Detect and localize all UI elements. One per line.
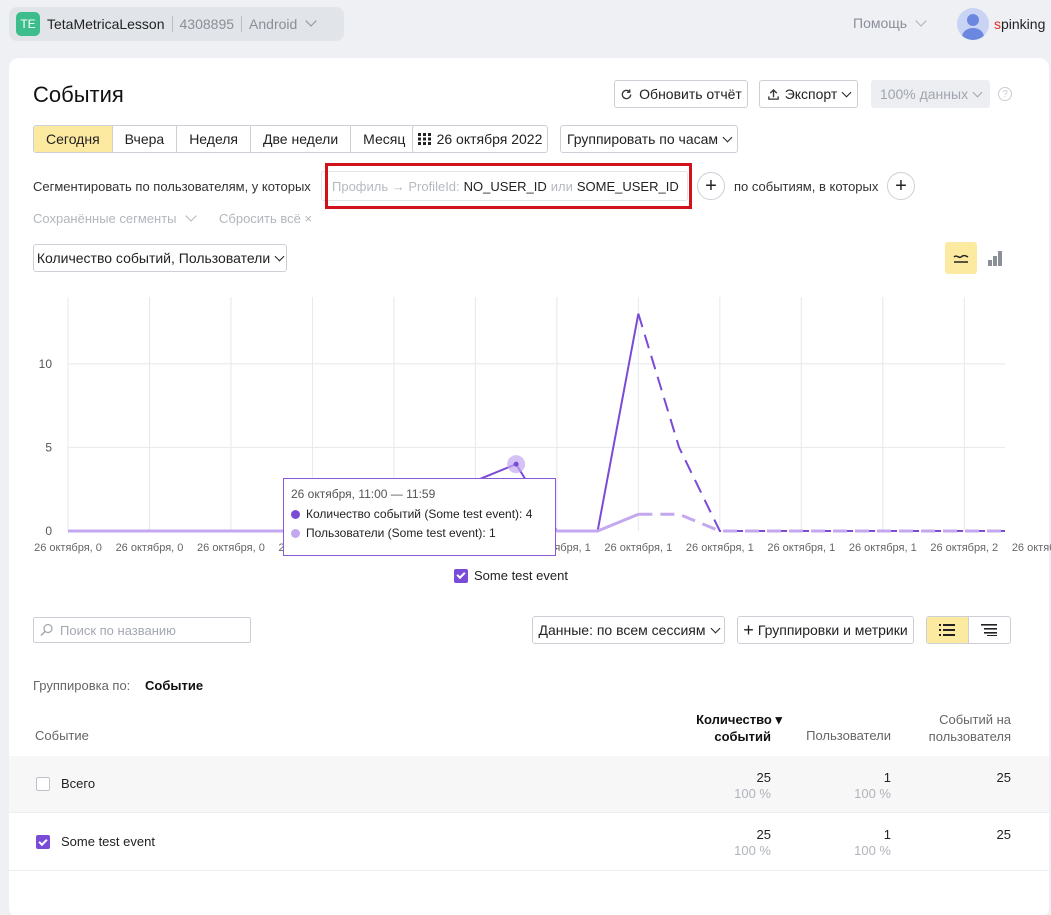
y-tick-label: 0	[45, 524, 52, 538]
row-count-value: 25	[756, 827, 771, 842]
column-header-event[interactable]: Событие	[35, 727, 89, 744]
series-line-dashed	[637, 313, 1005, 532]
row-name: Some test event	[61, 834, 155, 849]
x-tick-label: 26 октября, 0	[197, 542, 265, 554]
row-count-value: 25	[756, 770, 771, 785]
row-per-user: 25	[996, 770, 1011, 785]
row-users-value: 1	[883, 770, 891, 785]
row-users-percent: 100 %	[854, 786, 891, 801]
row-users: 1 100 %	[791, 770, 891, 802]
groupings-metrics-button[interactable]: + Группировки и метрики	[737, 616, 914, 644]
tooltip-title: 26 октября, 11:00 — 11:59	[291, 487, 436, 501]
x-tick-label: 26 октября, 0	[116, 542, 184, 554]
row-count: 25 100 %	[689, 827, 771, 859]
y-tick-label: 5	[45, 440, 52, 454]
table-row[interactable]: Some test event 25 100 % 1 100 % 25	[9, 814, 1049, 871]
tooltip-row: Пользователи (Some test event): 1	[291, 526, 548, 540]
search-field[interactable]	[60, 622, 240, 638]
column-header-per-user[interactable]: Событий на пользователя	[900, 711, 1011, 745]
row-users: 1 100 %	[791, 827, 891, 859]
row-checkbox[interactable]	[36, 777, 50, 791]
row-checkbox[interactable]	[36, 835, 50, 849]
column-header-users[interactable]: Пользователи	[791, 727, 891, 744]
tree-list-icon	[981, 624, 998, 636]
data-point	[513, 461, 519, 467]
legend-label: Some test event	[474, 568, 568, 583]
x-tick-label: 26 октября, 1	[767, 542, 835, 554]
x-tick-label: 26 октября, 1	[604, 542, 672, 554]
grouping-by-label: Группировка по:	[33, 678, 131, 693]
grouping-by-value[interactable]: Событие	[145, 678, 203, 693]
column-header-count-line2: событий	[714, 729, 771, 744]
data-scope-select[interactable]: Данные: по всем сессиям	[532, 616, 725, 644]
list-icon	[939, 624, 956, 636]
column-header-count-line1: Количество ▾	[696, 712, 782, 727]
tooltip-row: Количество событий (Some test event): 4	[291, 507, 548, 521]
row-count: 25 100 %	[689, 770, 771, 802]
row-name: Всего	[61, 776, 96, 791]
series-dot	[291, 528, 300, 538]
table-view-toggle	[926, 616, 1011, 644]
groupings-label: Группировки и метрики	[757, 622, 908, 638]
series-line-dashed	[638, 512, 1005, 533]
tooltip-series-name: Количество событий (Some test event)	[306, 507, 520, 521]
chart-legend[interactable]: Some test event	[454, 568, 568, 583]
row-users-percent: 100 %	[854, 843, 891, 858]
legend-checkbox[interactable]	[454, 568, 468, 583]
x-tick-label: 26 октября, 2	[1012, 542, 1051, 554]
flat-list-toggle[interactable]	[927, 617, 969, 643]
x-tick-label: 26 октября, 1	[849, 542, 917, 554]
data-scope-label: Данные: по всем сессиям	[538, 622, 706, 638]
x-tick-label: 26 октября, 0	[34, 542, 102, 554]
plus-icon: +	[743, 620, 754, 640]
row-count-percent: 100 %	[734, 786, 771, 801]
row-count-percent: 100 %	[734, 843, 771, 858]
tooltip-series-value: 4	[525, 507, 533, 521]
search-icon	[40, 623, 53, 637]
y-tick-label: 10	[39, 357, 53, 371]
column-header-count[interactable]: Количество ▾ событий	[680, 711, 782, 745]
search-input[interactable]	[33, 617, 251, 643]
column-header-per-user-line2: пользователя	[928, 729, 1011, 744]
x-tick-label: 26 октября, 2	[930, 542, 998, 554]
row-per-user: 25	[996, 827, 1011, 842]
tree-list-toggle[interactable]	[969, 617, 1011, 643]
series-dot	[291, 509, 300, 519]
table-row-total[interactable]: Всего 25 100 % 1 100 % 25	[9, 756, 1049, 813]
tooltip-series-name: Пользователи (Some test event)	[306, 526, 483, 540]
row-users-value: 1	[883, 827, 891, 842]
x-tick-label: 26 октября, 1	[686, 542, 754, 554]
chart-tooltip: 26 октября, 11:00 — 11:59 Количество соб…	[283, 478, 556, 556]
chevron-down-icon	[710, 623, 720, 633]
column-header-per-user-line1: Событий на	[939, 712, 1011, 727]
tooltip-series-value: 1	[489, 526, 496, 540]
